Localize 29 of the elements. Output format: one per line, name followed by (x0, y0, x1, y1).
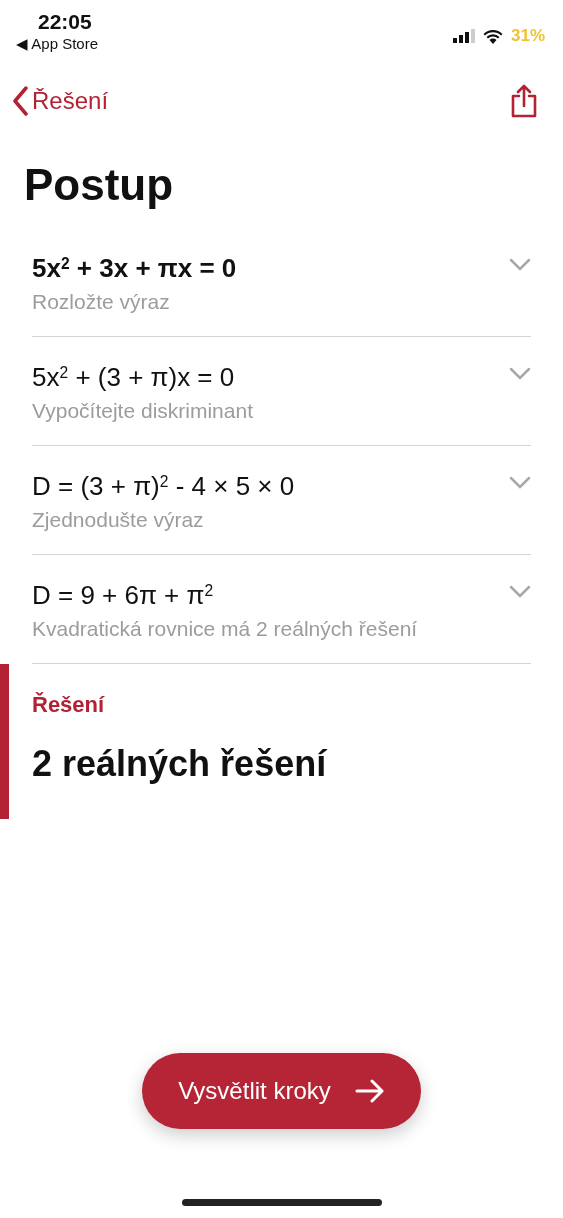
step-row[interactable]: 5x$^{2}$ + 3x + πx = 0 Rozložte výraz (32, 228, 531, 337)
step-row[interactable]: D = (3 + π)$^{2}$ - 4 × 5 × 0 Zjednodušte výraz (32, 445, 531, 555)
step-formula: 5x$^{2}$ + 3x + πx = 0 (32, 252, 237, 285)
solution-value: 2 reálných řešení (32, 741, 329, 786)
chevron-down-icon (509, 366, 531, 381)
chevron-down-icon (509, 584, 531, 599)
step-description: Zjednodušte výraz (32, 507, 205, 534)
step-row[interactable]: 5x$^{2}$ + (3 + π)x = 0 Vypočítejte diskriminant (32, 336, 531, 446)
step-formula: 5x$^{2}$ + (3 + π)x = 0 (32, 360, 236, 394)
solution-label: Řešení (32, 690, 106, 719)
step-row[interactable]: D = 9 + 6π + π$^{2}$ Kvadratická rovnice má 2 reálných řešení (32, 554, 531, 664)
chevron-left-icon (12, 86, 28, 116)
wifi-icon (482, 28, 503, 44)
step-description: Rozložte výraz (32, 289, 171, 316)
arrow-right-icon (354, 1079, 385, 1103)
back-button[interactable]: Řešení (12, 83, 109, 119)
status-time: 22:05 (37, 10, 93, 34)
chevron-down-icon (509, 258, 531, 272)
chevron-down-icon (509, 475, 531, 490)
step-description: Vypočítejte diskriminant (32, 398, 253, 425)
page-title: Postup (24, 159, 175, 211)
signal-icon (452, 29, 475, 43)
back-to-app-link[interactable]: ◀ App Store (16, 33, 99, 56)
share-icon[interactable] (511, 84, 537, 118)
battery-level: 31% (510, 25, 545, 48)
step-formula: D = 9 + 6π + π$^{2}$ (32, 578, 215, 612)
explain-steps-button[interactable]: Vysvětlit kroky (142, 1053, 421, 1129)
step-formula: D = (3 + π)$^{2}$ - 4 × 5 × 0 (32, 469, 295, 503)
step-description: Kvadratická rovnice má 2 reálných řešení (32, 616, 418, 643)
